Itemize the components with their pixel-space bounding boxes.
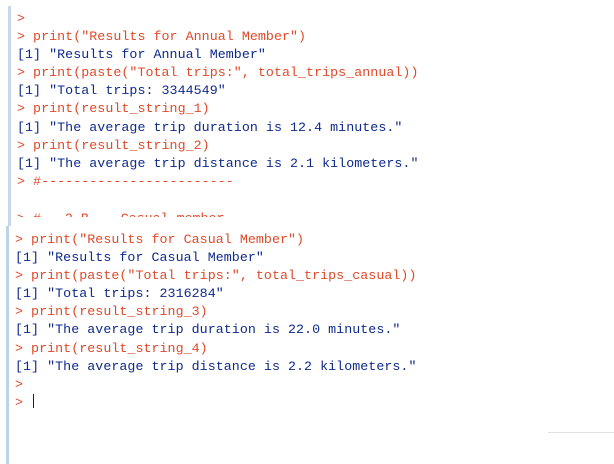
- console-command-line: > print(result_string_4): [15, 340, 208, 356]
- console-pane-top: > > print("Results for Annual Member") [1]…: [0, 0, 614, 228]
- console-command-line: >: [17, 11, 26, 26]
- console-prompt-symbol: >: [15, 394, 32, 410]
- console-result-line: [1] "The average trip distance is 2.2 ki…: [15, 358, 417, 374]
- text-cursor: [33, 393, 35, 408]
- console-gutter: [8, 6, 11, 228]
- console-result-line: [1] "Results for Casual Member": [15, 250, 264, 266]
- console-command-line: >: [15, 376, 24, 392]
- console-clipped-comment: > # 2.B. Casual member: [17, 210, 224, 217]
- console-command-line: > print("Results for Casual Member"): [15, 232, 305, 247]
- console-result-line: [1] "Total trips: 3344549": [17, 83, 226, 99]
- console-command-line: > print("Results for Annual Member"): [17, 29, 307, 45]
- console-gutter: [6, 226, 9, 464]
- console-result-line: [1] "The average trip distance is 2.1 ki…: [17, 155, 419, 171]
- console-command-line: > print(paste("Total trips:", total_trip…: [15, 268, 417, 284]
- console-output-top: > > print("Results for Annual Member") [1]…: [17, 10, 418, 191]
- console-output-bottom: > print("Results for Casual Member") [1] …: [15, 231, 416, 412]
- console-result-line: [1] "Results for Annual Member": [17, 47, 266, 63]
- console-command-line: > print(result_string_1): [17, 101, 210, 117]
- console-command-line: > print(result_string_2): [17, 137, 210, 153]
- console-command-line: > #------------------------: [17, 173, 234, 189]
- console-input-line[interactable]: >: [15, 393, 416, 412]
- console-result-line: [1] "The average trip duration is 22.0 m…: [15, 322, 401, 338]
- console-result-line: [1] "Total trips: 2316284": [15, 286, 224, 302]
- console-pane-bottom[interactable]: > print("Results for Casual Member") [1] …: [0, 226, 614, 464]
- console-command-line: > print(paste("Total trips:", total_trip…: [17, 65, 419, 81]
- console-command-line: > print(result_string_3): [15, 304, 208, 320]
- console-result-line: [1] "The average trip duration is 12.4 m…: [17, 119, 403, 135]
- horizontal-scrollbar[interactable]: [548, 432, 614, 433]
